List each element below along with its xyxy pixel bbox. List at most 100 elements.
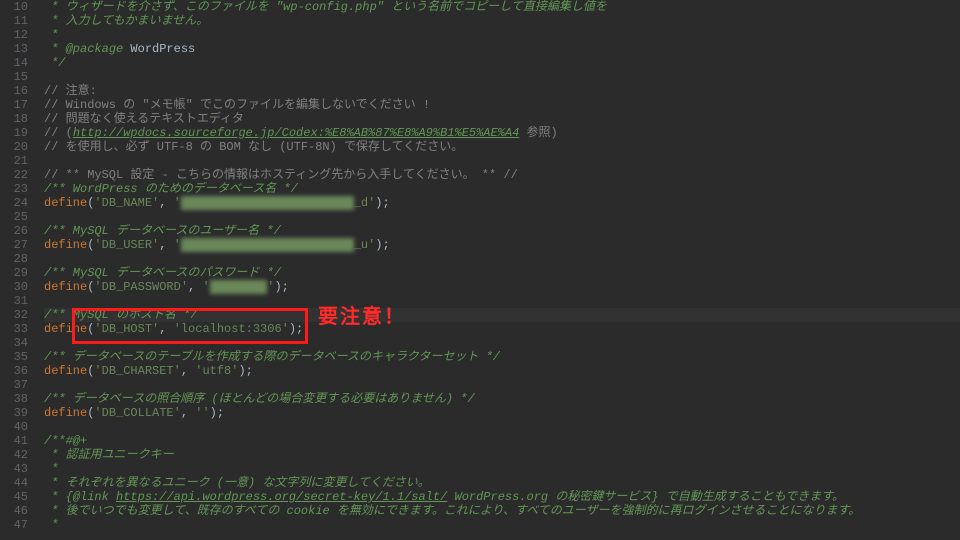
line-number: 23 [0, 182, 36, 196]
code-token: , [159, 238, 173, 252]
code-token: 'DB_COLLATE' [94, 406, 180, 420]
line-number: 33 [0, 322, 36, 336]
code-token: /** MySQL データベースのパスワード */ [44, 266, 281, 280]
code-line[interactable] [44, 154, 960, 168]
code-line[interactable]: /** MySQL データベースのパスワード */ [44, 266, 960, 280]
code-token: 'DB_CHARSET' [94, 364, 180, 378]
code-line[interactable]: */ [44, 56, 960, 70]
code-token: // 注意: [44, 84, 97, 98]
line-number: 12 [0, 28, 36, 42]
line-number: 27 [0, 238, 36, 252]
code-line[interactable]: * 認証用ユニークキー [44, 448, 960, 462]
code-line[interactable] [44, 420, 960, 434]
code-token: , [181, 364, 195, 378]
code-line[interactable]: /** MySQL データベースのユーザー名 */ [44, 224, 960, 238]
code-line[interactable]: // (http://wpdocs.sourceforge.jp/Codex:%… [44, 126, 960, 140]
code-line[interactable]: * [44, 28, 960, 42]
line-number: 28 [0, 252, 36, 266]
code-editor[interactable]: 1011121314151617181920212223242526272829… [0, 0, 960, 540]
code-token: _d' [354, 196, 376, 210]
code-line[interactable]: * [44, 518, 960, 532]
code-line[interactable] [44, 70, 960, 84]
line-number: 34 [0, 336, 36, 350]
code-token: define [44, 196, 87, 210]
code-line[interactable]: * ウィザードを介さず、このファイルを "wp-config.php" という名… [44, 0, 960, 14]
code-token: WordPress [130, 42, 195, 56]
code-line[interactable]: // ** MySQL 設定 - こちらの情報はホスティング先から入手してくださ… [44, 168, 960, 182]
line-number: 10 [0, 0, 36, 14]
code-token: * 認証用ユニークキー [44, 448, 174, 462]
line-number: 21 [0, 154, 36, 168]
code-line[interactable]: define('DB_USER', 'xxxxxxxxxxxxxxxxxxxxx… [44, 238, 960, 252]
code-token: 'DB_PASSWORD' [94, 280, 188, 294]
code-token: ' [174, 196, 181, 210]
code-token: xxxxxxxxxxxxxxxxxxxxxxxx [181, 238, 354, 252]
code-line[interactable]: * [44, 462, 960, 476]
code-line[interactable] [44, 378, 960, 392]
code-line[interactable] [44, 210, 960, 224]
code-line[interactable]: * それぞれを異なるユニーク (一意) な文字列に変更してください。 [44, 476, 960, 490]
code-line[interactable]: // 問題なく使えるテキストエディタ [44, 112, 960, 126]
line-number: 37 [0, 378, 36, 392]
code-token: xxxxxxxx [210, 280, 268, 294]
line-number: 15 [0, 70, 36, 84]
code-token: ' [174, 238, 181, 252]
code-token: * ウィザードを介さず、このファイルを "wp-config.php" という名… [44, 0, 607, 14]
code-line[interactable]: /** データベースの照合順序 (ほとんどの場合変更する必要はありません) */ [44, 392, 960, 406]
code-token: * { [44, 490, 73, 504]
code-token: http://wpdocs.sourceforge.jp/Codex:%E8%A… [73, 126, 519, 140]
code-line[interactable] [44, 252, 960, 266]
line-number: 35 [0, 350, 36, 364]
line-number: 13 [0, 42, 36, 56]
code-line[interactable]: // Windows の "メモ帳" でこのファイルを編集しないでください ! [44, 98, 960, 112]
code-line[interactable]: * 後でいつでも変更して、既存のすべての cookie を無効にできます。これに… [44, 504, 960, 518]
code-token: /** MySQL データベースのユーザー名 */ [44, 224, 281, 238]
code-line[interactable]: /** データベースのテーブルを作成する際のデータベースのキャラクターセット *… [44, 350, 960, 364]
code-token: * [44, 518, 58, 532]
code-line[interactable]: * 入力してもかまいません。 [44, 14, 960, 28]
code-token: * [44, 42, 66, 56]
line-number: 14 [0, 56, 36, 70]
code-line[interactable]: /** WordPress のためのデータベース名 */ [44, 182, 960, 196]
code-token: * 入力してもかまいません。 [44, 14, 208, 28]
code-line[interactable] [44, 336, 960, 350]
code-line[interactable]: define('DB_CHARSET', 'utf8'); [44, 364, 960, 378]
code-token [109, 490, 116, 504]
line-number: 30 [0, 280, 36, 294]
line-number: 18 [0, 112, 36, 126]
code-line[interactable]: /** MySQL のホスト名 */ [44, 308, 960, 322]
line-number: 19 [0, 126, 36, 140]
code-area[interactable]: 要注意！ * ウィザードを介さず、このファイルを "wp-config.php"… [36, 0, 960, 540]
code-token: , [159, 196, 173, 210]
code-line[interactable]: define('DB_HOST', 'localhost:3306'); [44, 322, 960, 336]
code-line[interactable] [44, 294, 960, 308]
code-line[interactable]: // 注意: [44, 84, 960, 98]
code-token: WordPress.org の秘密鍵サービス} で自動生成することもできます。 [447, 490, 844, 504]
code-token: 'DB_NAME' [94, 196, 159, 210]
code-line[interactable]: * @package WordPress [44, 42, 960, 56]
line-number: 22 [0, 168, 36, 182]
code-token: * [44, 28, 58, 42]
code-line[interactable]: * {@link https://api.wordpress.org/secre… [44, 490, 960, 504]
code-line[interactable]: define('DB_NAME', 'xxxxxxxxxxxxxxxxxxxxx… [44, 196, 960, 210]
code-line[interactable]: /**#@+ [44, 434, 960, 448]
line-number: 17 [0, 98, 36, 112]
line-number: 47 [0, 518, 36, 532]
code-line[interactable]: define('DB_PASSWORD', 'xxxxxxxx'); [44, 280, 960, 294]
code-token: 'localhost:3306' [174, 322, 289, 336]
code-token: /** MySQL のホスト名 */ [44, 308, 198, 322]
line-number: 46 [0, 504, 36, 518]
code-token: define [44, 406, 87, 420]
code-token: , [188, 280, 202, 294]
code-token: define [44, 322, 87, 336]
code-token: @link [73, 490, 109, 504]
code-line[interactable]: // を使用し、必ず UTF-8 の BOM なし (UTF-8N) で保存して… [44, 140, 960, 154]
code-token: * それぞれを異なるユニーク (一意) な文字列に変更してください。 [44, 476, 430, 490]
code-token: xxxxxxxxxxxxxxxxxxxxxxxx [181, 196, 354, 210]
line-number: 16 [0, 84, 36, 98]
code-token: define [44, 280, 87, 294]
code-line[interactable]: define('DB_COLLATE', ''); [44, 406, 960, 420]
code-token: ' [202, 280, 209, 294]
code-token: ); [375, 238, 389, 252]
line-number: 11 [0, 14, 36, 28]
